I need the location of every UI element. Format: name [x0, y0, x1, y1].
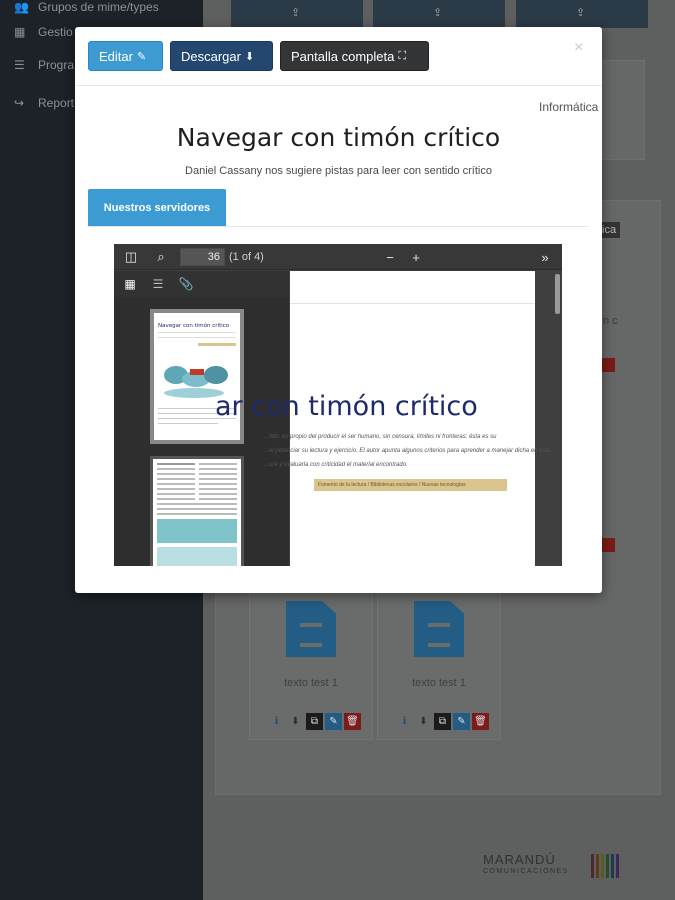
info-icon[interactable]: ℹ	[268, 713, 285, 730]
outline-icon[interactable]: ☰	[148, 275, 168, 293]
more-tools-icon[interactable]: »	[534, 248, 556, 266]
sidebar-item-programas[interactable]: ☰ Progra	[14, 58, 74, 72]
logo-bars	[591, 854, 619, 878]
category-tag: Informática	[539, 100, 599, 114]
edit-icon: ✎	[136, 50, 147, 63]
sidebar-item-label: Gestio	[38, 25, 73, 39]
scrollbar-thumb[interactable]	[555, 274, 560, 314]
fullscreen-button[interactable]: Pantalla completa ⛶	[280, 41, 429, 71]
tab-divider	[88, 226, 588, 227]
copy-icon[interactable]: ⧉	[306, 713, 323, 730]
download-icon: ⬇	[244, 50, 255, 63]
document-icon	[414, 601, 464, 657]
sidebar-item-reportes[interactable]: ↪ Report	[14, 96, 74, 110]
document-modal: Editar ✎ Descargar ⬇ Pantalla completa ⛶…	[75, 27, 602, 593]
sidebar-item-mime-groups[interactable]: 👥 Grupos de mime/types	[14, 0, 159, 14]
attachments-icon[interactable]: 📎	[176, 275, 196, 293]
pdf-reference-box: Fomento de la lectura / Bibliotecas esco…	[314, 479, 507, 491]
delete-button[interactable]	[601, 358, 615, 372]
document-label: texto test 1	[412, 677, 466, 689]
upload-tile[interactable]	[231, 0, 363, 28]
expand-icon: ⛶	[398, 49, 407, 62]
upload-tile[interactable]	[373, 0, 505, 28]
document-card[interactable]: texto test 1 ℹ ⬇ ⧉ ✎ 🗑	[249, 590, 373, 740]
card-actions: ℹ ⬇ ⧉ ✎ 🗑	[396, 713, 489, 730]
pdf-viewer: ◫ ⌕ (1 of 4) − + » ▦ ☰ 📎 Navegar con tim…	[114, 244, 562, 566]
search-icon[interactable]: ⌕	[150, 248, 172, 266]
page-rule	[290, 303, 535, 304]
logo-name: MARANDÚ	[483, 852, 556, 867]
document-label: texto test 1	[284, 677, 338, 689]
modal-header: Editar ✎ Descargar ⬇ Pantalla completa ⛶…	[75, 27, 602, 86]
close-button[interactable]: ×	[574, 39, 583, 57]
upload-tile[interactable]	[516, 0, 648, 28]
trash-icon[interactable]: 🗑	[472, 713, 489, 730]
copy-icon[interactable]: ⧉	[434, 713, 451, 730]
sidebar-item-label: Grupos de mime/types	[38, 0, 159, 14]
document-subtitle: Daniel Cassany nos sugiere pistas para l…	[185, 165, 492, 177]
card-actions: ℹ ⬇ ⧉ ✎ 🗑	[268, 713, 361, 730]
edit-button[interactable]: Editar ✎	[88, 41, 163, 71]
page-number-input[interactable]	[180, 248, 225, 266]
pdf-toolbar: ◫ ⌕ (1 of 4) − + »	[114, 244, 562, 270]
document-title: Navegar con timón crítico	[176, 123, 501, 152]
table-icon: ▦	[14, 25, 26, 39]
company-logo: MARANDÚ COMUNICACIONES	[483, 852, 619, 878]
logo-tagline: COMUNICACIONES	[483, 868, 569, 875]
delete-button[interactable]	[601, 538, 615, 552]
download-icon[interactable]: ⬇	[287, 713, 304, 730]
sidebar-item-label: Progra	[38, 58, 75, 72]
info-icon[interactable]: ℹ	[396, 713, 413, 730]
document-icon	[286, 601, 336, 657]
share-icon: ↪	[14, 96, 25, 110]
sidebar-toggle-icon[interactable]: ◫	[120, 248, 142, 266]
zoom-out-icon[interactable]: −	[380, 248, 400, 266]
zoom-in-icon[interactable]: +	[406, 248, 426, 266]
download-button-label: Descargar	[181, 48, 241, 64]
fullscreen-button-label: Pantalla completa	[291, 48, 395, 64]
tab-nuestros-servidores[interactable]: Nuestros servidores	[88, 189, 226, 226]
sidebar-tools: ▦ ☰ 📎	[114, 271, 289, 297]
thumbnail-preview	[157, 463, 237, 566]
list-icon: ☰	[14, 58, 25, 72]
page-count: (1 of 4)	[229, 251, 264, 263]
download-icon[interactable]: ⬇	[415, 713, 432, 730]
page-thumbnail-2[interactable]	[150, 456, 244, 566]
download-button[interactable]: Descargar ⬇	[170, 41, 273, 71]
edit-icon[interactable]: ✎	[453, 713, 470, 730]
pdf-text-line: ...ura y evaluarla con criticidad el mat…	[264, 462, 408, 468]
pdf-text-line: ...el potenciar su lectura y ejercicio. …	[264, 448, 551, 454]
thumbnails-icon[interactable]: ▦	[120, 275, 140, 293]
document-card[interactable]: texto test 1 ℹ ⬇ ⧉ ✎ 🗑	[377, 590, 501, 740]
pdf-text-line: ...tido. es propio del producir el ser h…	[264, 434, 497, 440]
sidebar-item-label: Report	[38, 96, 75, 110]
users-icon: 👥	[14, 0, 29, 14]
pdf-page-title: ar con timón crítico	[215, 391, 478, 422]
page-thumbnail-1[interactable]: Navegar con timón crítico	[150, 309, 244, 444]
edit-button-label: Editar	[99, 48, 133, 64]
edit-icon[interactable]: ✎	[325, 713, 342, 730]
card-label: n c	[603, 315, 618, 327]
trash-icon[interactable]: 🗑	[344, 713, 361, 730]
thumbnail-title: Navegar con timón crítico	[158, 322, 230, 329]
sidebar-item-gestion[interactable]: ▦ Gestio	[14, 25, 73, 39]
